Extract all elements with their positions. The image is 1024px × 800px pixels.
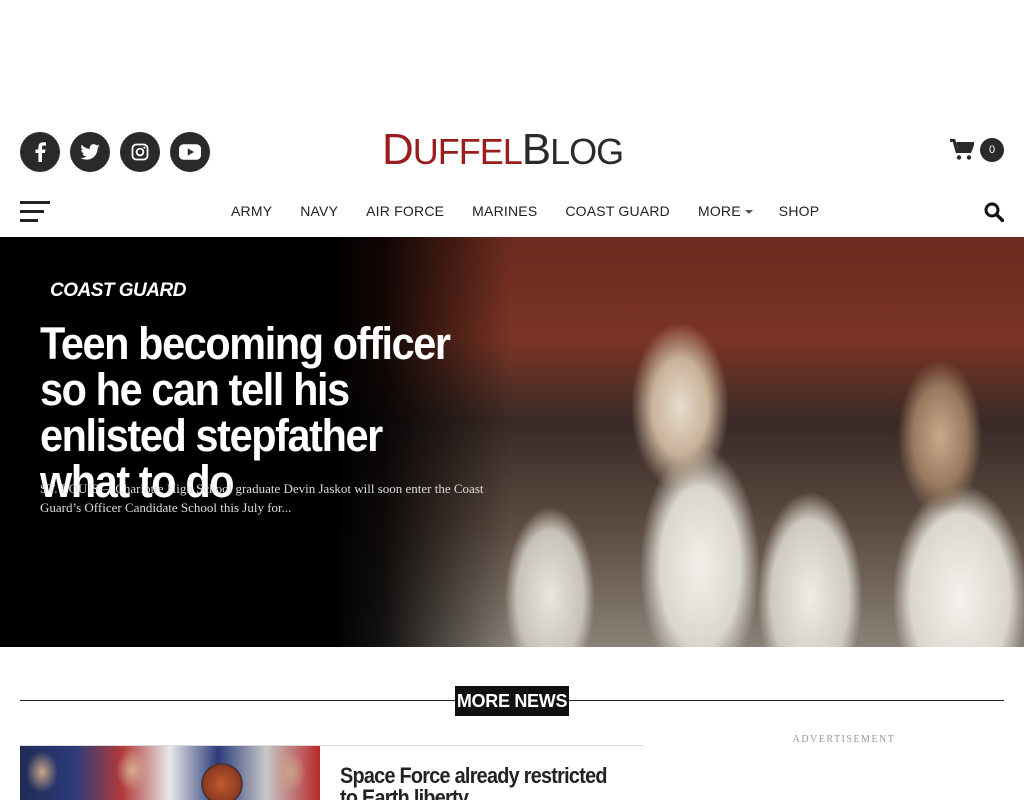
nav-item-more[interactable]: MORE <box>698 203 753 219</box>
facebook-button[interactable] <box>20 132 60 172</box>
top-ad-space <box>0 0 1024 110</box>
list-item[interactable]: Space Force already restricted to Earth … <box>20 745 644 800</box>
main-navigation: ARMY NAVY AIR FORCE MARINES COAST GUARD … <box>0 186 1024 237</box>
featured-excerpt: ST. LOUIS— Charlotte High School graduat… <box>40 481 484 515</box>
hamburger-menu-button[interactable] <box>20 201 50 223</box>
logo-d: D <box>382 125 414 174</box>
featured-category-link[interactable]: COAST GUARD <box>50 280 186 302</box>
twitter-button[interactable] <box>70 132 110 172</box>
youtube-icon <box>179 144 201 160</box>
twitter-icon <box>80 144 100 160</box>
search-button[interactable] <box>984 202 1005 227</box>
shopping-cart-icon <box>950 139 974 160</box>
social-links <box>20 132 210 172</box>
nav-item-air-force[interactable]: AIR FORCE <box>366 203 444 219</box>
logo-b: B <box>521 125 551 174</box>
search-icon <box>984 202 1005 223</box>
nav-item-coast-guard[interactable]: COAST GUARD <box>565 203 670 219</box>
nav-item-army[interactable]: ARMY <box>231 203 272 219</box>
instagram-icon <box>131 143 149 161</box>
facebook-icon <box>35 142 46 162</box>
more-news-label: MORE NEWS <box>455 686 569 716</box>
cart-count-badge: 0 <box>980 138 1004 162</box>
cart-button[interactable]: 0 <box>950 138 1004 162</box>
youtube-button[interactable] <box>170 132 210 172</box>
story-thumbnail[interactable] <box>20 746 320 800</box>
featured-headline[interactable]: Teen becoming officer so he can tell his… <box>40 321 472 505</box>
nav-item-marines[interactable]: MARINES <box>472 203 537 219</box>
logo-log: LOG <box>550 131 624 172</box>
story-title[interactable]: Space Force already restricted to Earth … <box>340 765 610 800</box>
featured-story[interactable]: COAST GUARD Teen becoming officer so he … <box>0 237 1024 647</box>
instagram-button[interactable] <box>120 132 160 172</box>
more-news-section-header: MORE NEWS <box>20 686 1004 716</box>
logo-uffel: UFFEL <box>412 131 523 172</box>
site-logo[interactable]: DUFFELBLOG <box>382 125 642 174</box>
nav-item-navy[interactable]: NAVY <box>300 203 338 219</box>
nav-item-shop[interactable]: SHOP <box>779 203 819 219</box>
advertisement-label: ADVERTISEMENT <box>792 734 896 745</box>
